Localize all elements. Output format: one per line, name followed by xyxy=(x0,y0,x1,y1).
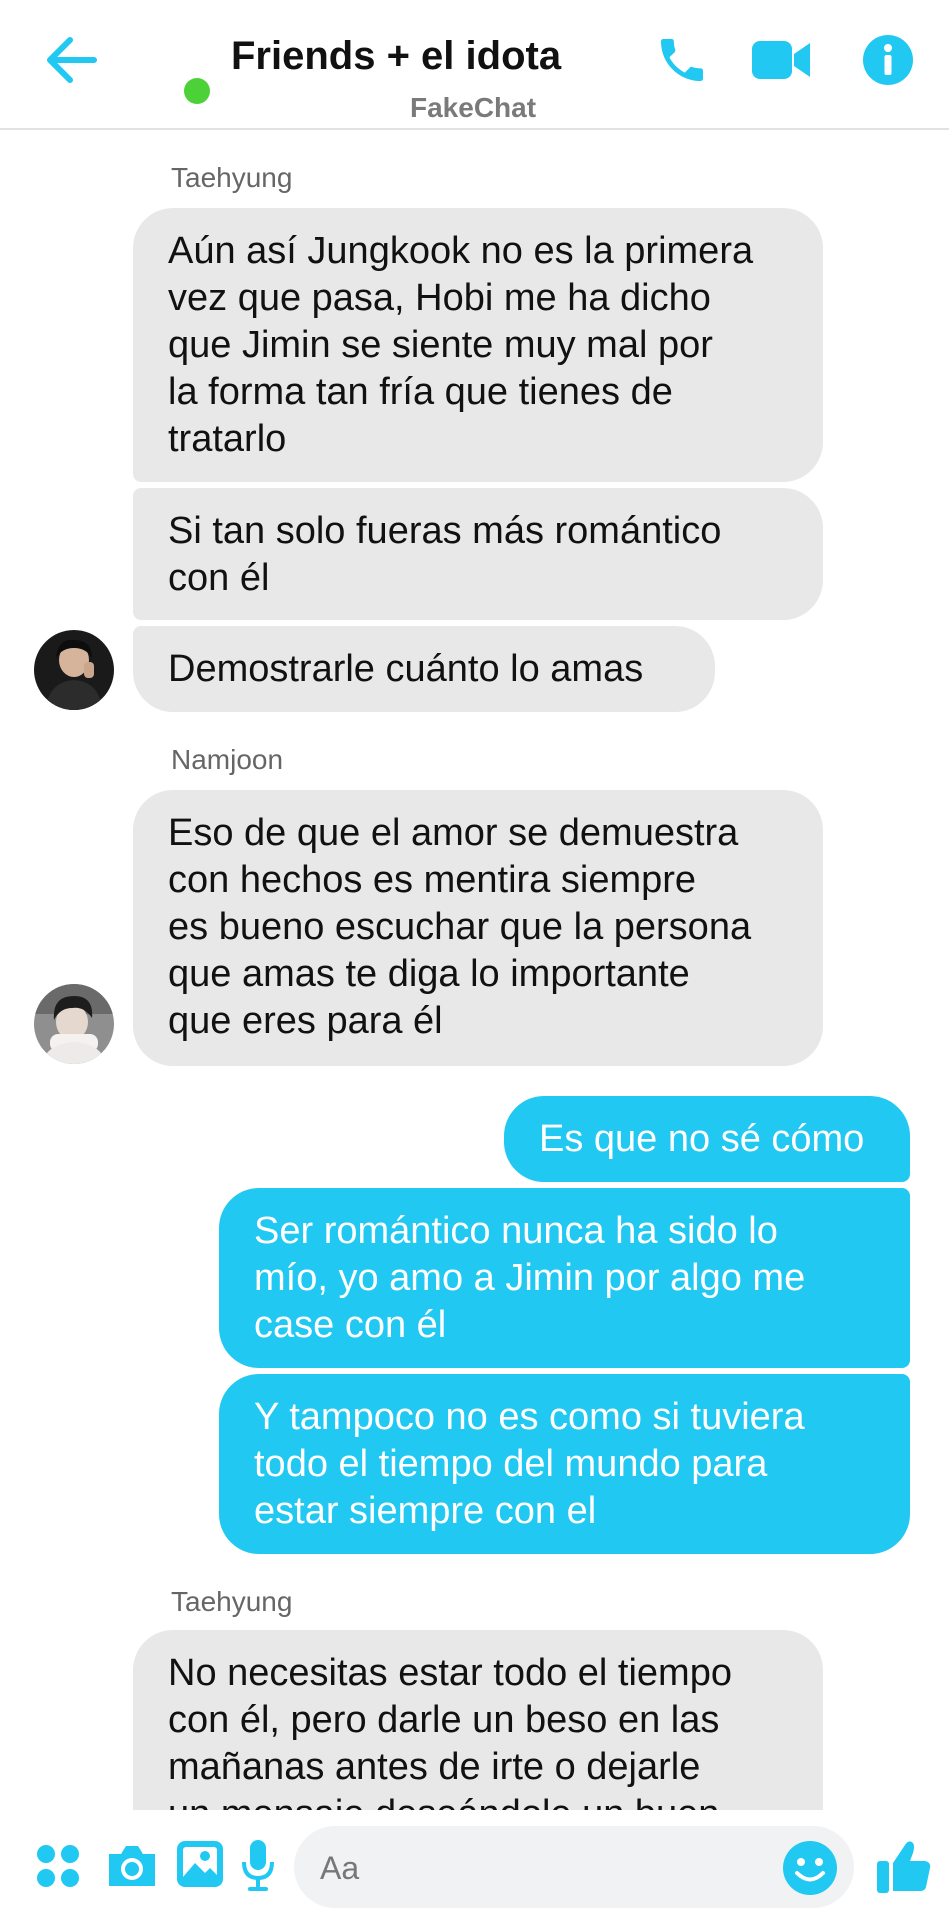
phone-icon xyxy=(661,39,703,81)
arrow-left-icon xyxy=(47,37,97,83)
avatar-namjoon[interactable] xyxy=(34,984,114,1064)
video-camera-icon xyxy=(752,41,810,79)
message-input-box[interactable] xyxy=(294,1826,854,1908)
sender-name: Taehyung xyxy=(171,1586,293,1617)
emoji-button[interactable] xyxy=(782,1840,838,1896)
sender-name: Namjoon xyxy=(171,744,284,775)
online-status-dot xyxy=(184,78,210,104)
sender-name: Taehyung xyxy=(171,162,293,193)
message-bubble[interactable]: Aún así Jungkook no es la primera vez qu… xyxy=(133,208,823,482)
voice-button[interactable] xyxy=(236,1836,280,1896)
message-bubble[interactable]: Si tan solo fueras más romántico con él xyxy=(133,488,823,620)
chat-header: Friends + el idota FakeChat xyxy=(0,0,949,130)
info-icon xyxy=(863,35,913,85)
message-bubble[interactable]: Demostrarle cuánto lo amas xyxy=(133,626,715,712)
apps-button[interactable] xyxy=(32,1840,84,1892)
message-bubble[interactable]: No necesitas estar todo el tiempo con él… xyxy=(133,1630,823,1810)
call-button[interactable] xyxy=(652,30,712,90)
chat-subtitle: FakeChat xyxy=(410,92,537,123)
message-thread[interactable]: Taehyung Aún así Jungkook no es la prime… xyxy=(0,130,949,1810)
chat-title-area[interactable]: Friends + el idota FakeChat xyxy=(180,30,700,126)
message-bubble-outgoing[interactable]: Y tampoco no es como si tuviera todo el … xyxy=(219,1374,910,1554)
like-button[interactable] xyxy=(872,1834,936,1898)
camera-button[interactable] xyxy=(104,1838,160,1894)
gallery-button[interactable] xyxy=(172,1836,228,1892)
chat-title: Friends + el idota xyxy=(231,34,562,78)
message-composer xyxy=(0,1812,949,1920)
image-icon xyxy=(177,1841,223,1887)
message-bubble-outgoing[interactable]: Ser romántico nunca ha sido lo mío, yo a… xyxy=(219,1188,910,1368)
microphone-icon xyxy=(242,1840,274,1891)
back-button[interactable] xyxy=(42,32,102,88)
avatar-taehyung[interactable] xyxy=(34,630,114,710)
message-bubble-outgoing[interactable]: Es que no sé cómo xyxy=(504,1096,910,1182)
camera-icon xyxy=(109,1846,155,1886)
thumbs-up-icon xyxy=(877,1841,931,1893)
message-bubble[interactable]: Eso de que el amor se demuestra con hech… xyxy=(133,790,823,1066)
video-call-button[interactable] xyxy=(748,30,814,90)
info-button[interactable] xyxy=(858,30,918,90)
four-dots-icon xyxy=(37,1845,79,1887)
smiley-icon xyxy=(783,1841,837,1895)
message-input[interactable] xyxy=(318,1838,742,1898)
